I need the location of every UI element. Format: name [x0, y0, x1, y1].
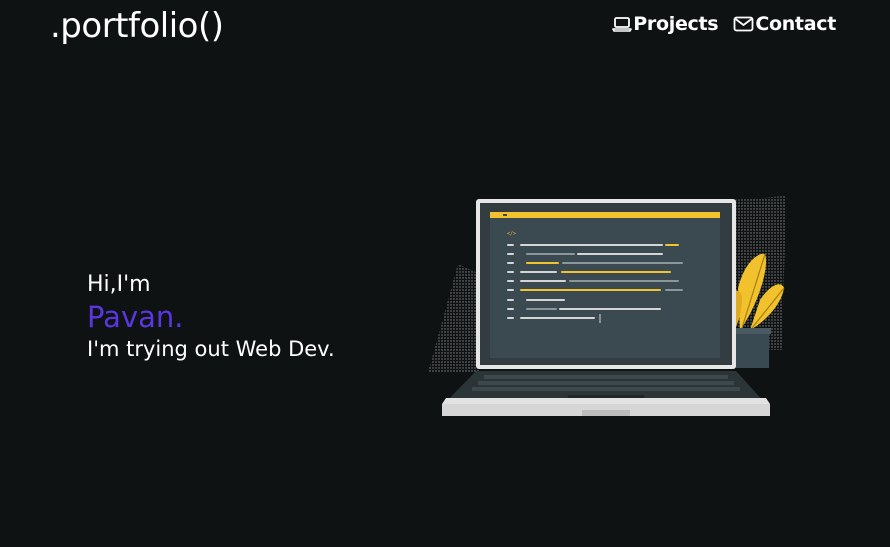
laptop-illustration: </> [428, 196, 786, 416]
code-tag-icon: </> [507, 231, 516, 237]
laptop-keys [472, 375, 740, 391]
window-titlebar [490, 212, 720, 218]
plant-pot [732, 330, 769, 368]
laptop: </> [442, 199, 770, 416]
nav-contact-label: Contact [755, 13, 836, 35]
nav-contact-link[interactable]: Contact [733, 12, 836, 36]
hero-tagline: I'm trying out Web Dev. [87, 337, 335, 361]
nav-projects-link[interactable]: Projects [612, 12, 719, 36]
main-nav: Projects Contact [612, 12, 836, 36]
nav-projects-label: Projects [633, 13, 719, 35]
hero-name: Pavan. [87, 300, 184, 334]
dotted-backdrop-left [428, 264, 480, 373]
site-logo[interactable]: .portfolio() [50, 4, 224, 48]
laptop-icon [612, 17, 633, 32]
hero-greeting: Hi,I'm [87, 272, 151, 297]
hero-intro: Hi,I'm Pavan. I'm trying out Web Dev. [87, 270, 335, 363]
page: .portfolio() Projects Contact Hi,I'm Pav… [0, 0, 890, 547]
mail-icon [733, 16, 754, 32]
